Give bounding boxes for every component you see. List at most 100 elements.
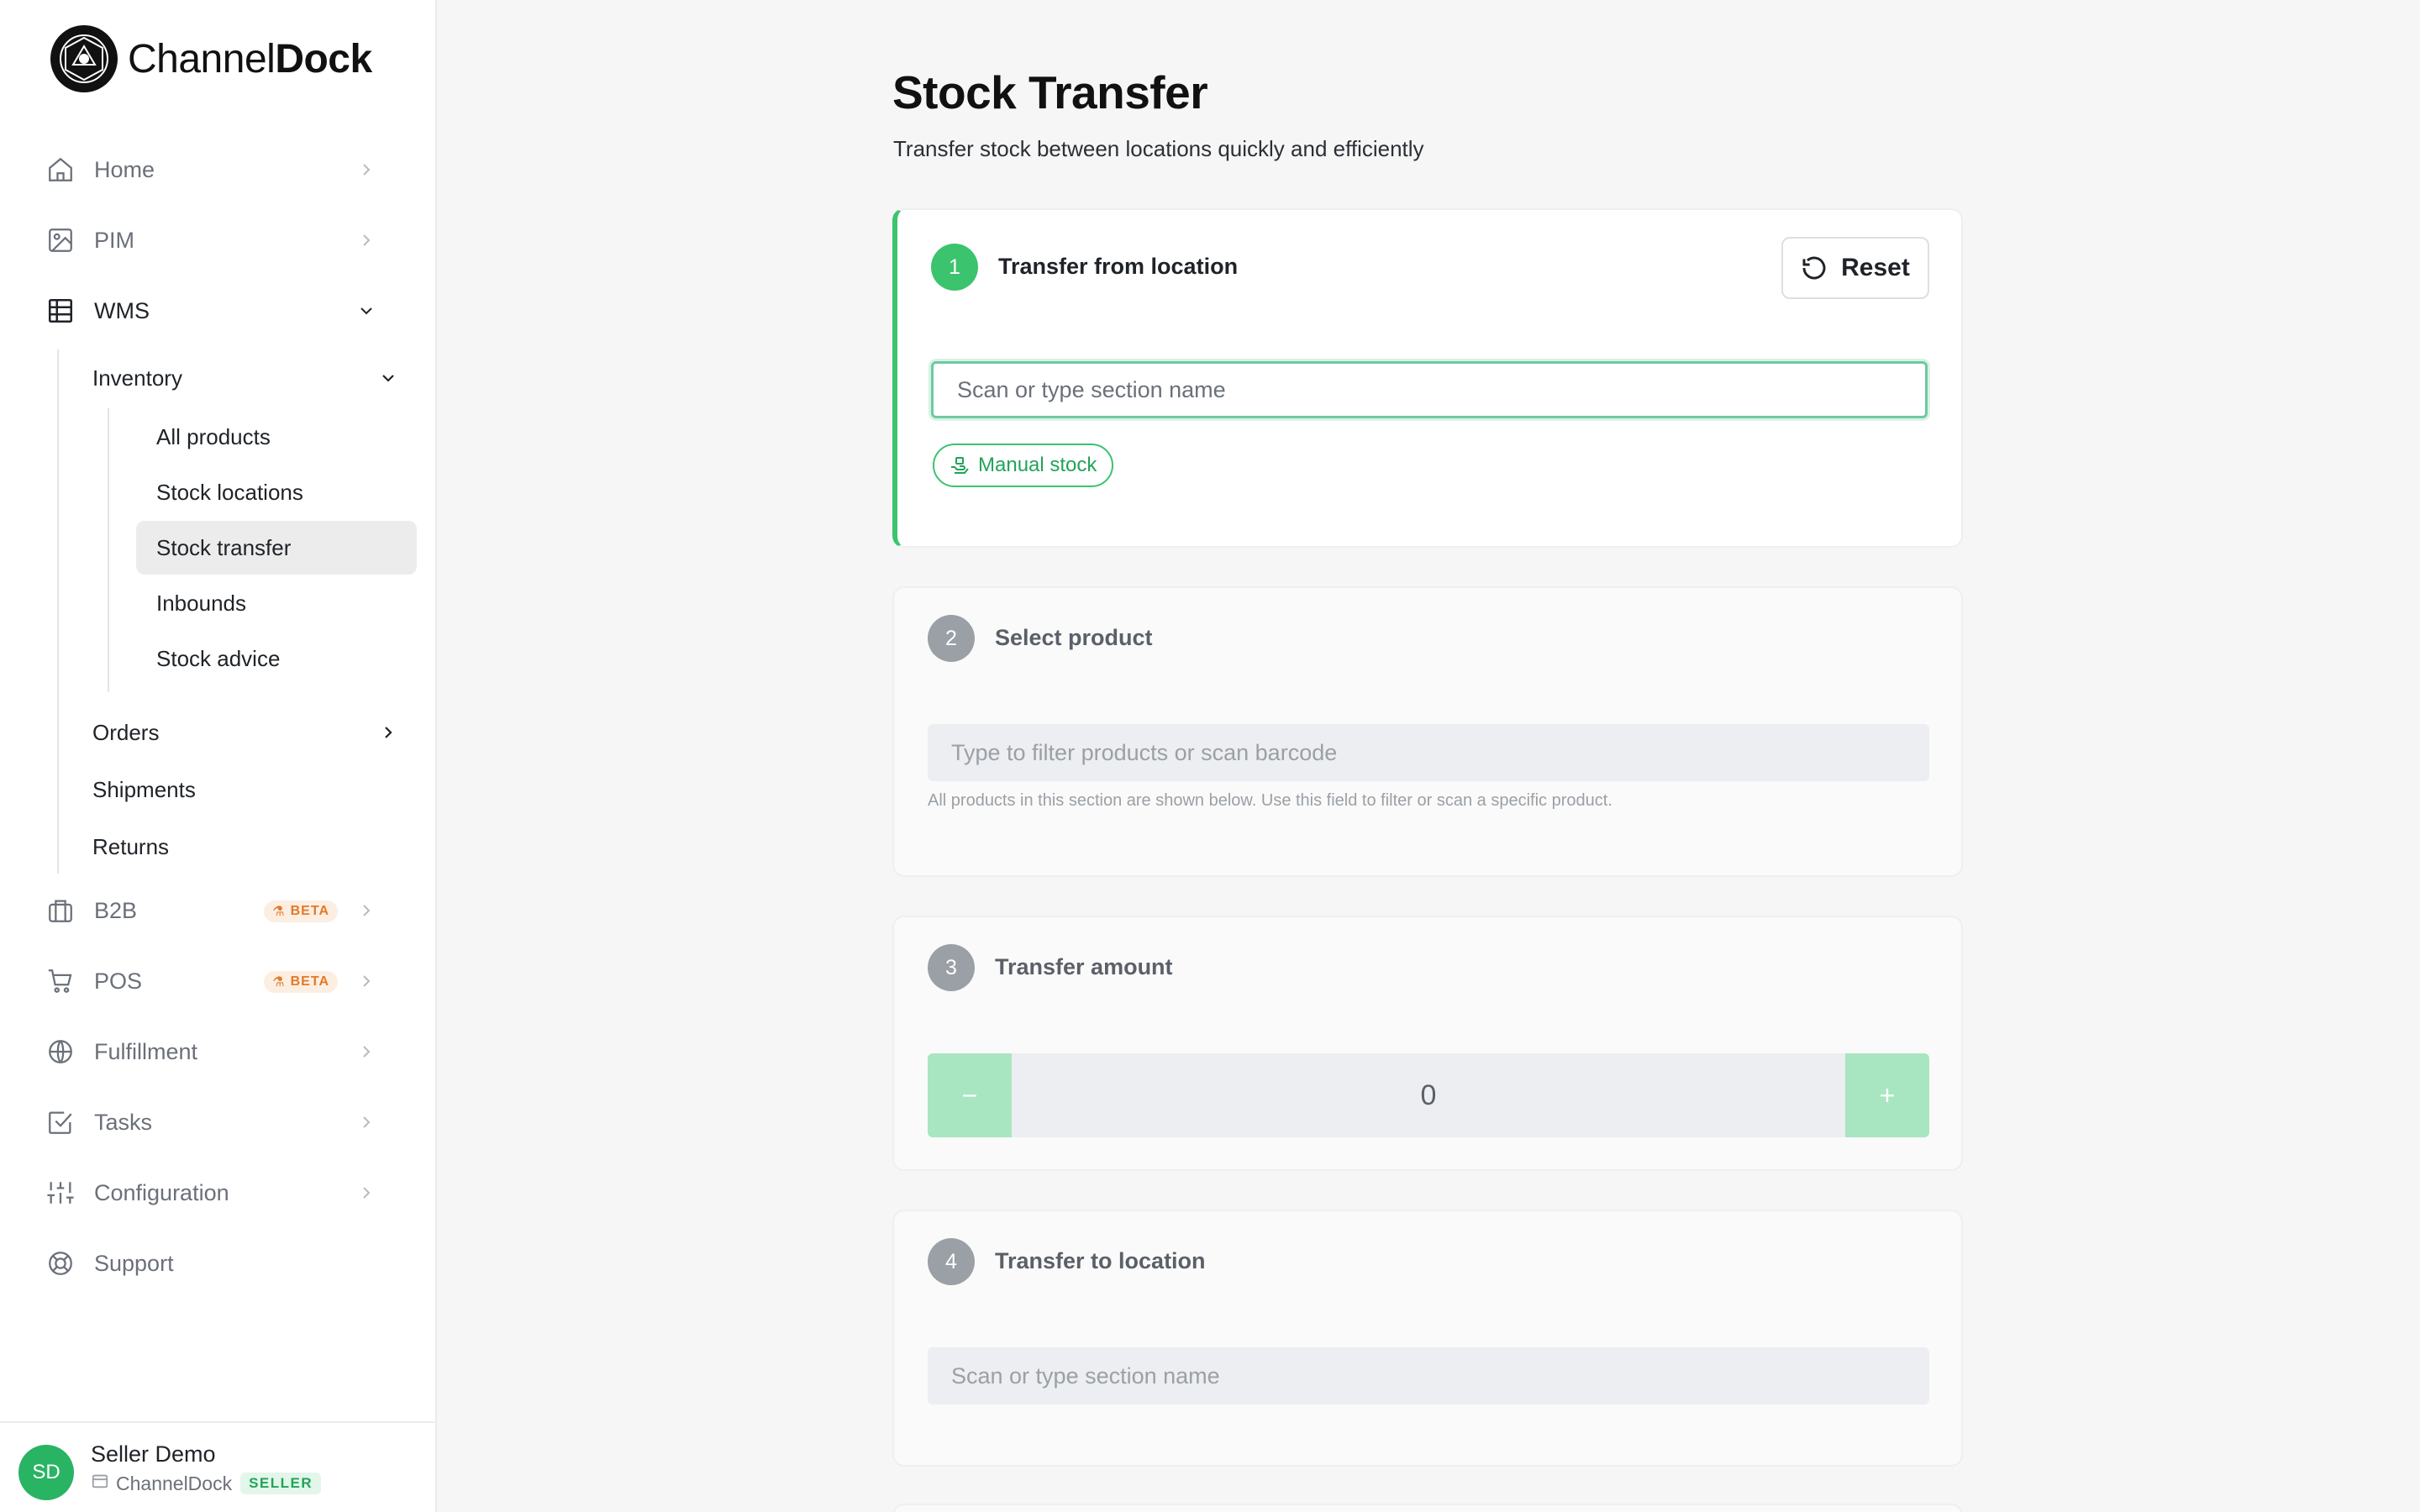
step-title: Transfer to location: [995, 1248, 1206, 1273]
product-filter-input[interactable]: [928, 724, 1929, 781]
flask-icon: ⚗: [272, 975, 286, 990]
step-transfer-to: 4 Transfer to location: [892, 1210, 1963, 1467]
channeldock-logo[interactable]: ChannelDock: [50, 24, 372, 94]
step-transfer-amount: 3 Transfer amount − 0 +: [892, 916, 1963, 1171]
sidebar-leaf-stock-advice[interactable]: Stock advice: [136, 632, 417, 685]
sidebar-item-label: B2B: [94, 897, 138, 923]
next-card-peek: [892, 1504, 1963, 1512]
from-location-input[interactable]: [931, 361, 1928, 418]
sidebar-subitem-returns[interactable]: Returns: [92, 823, 169, 870]
sidebar-item-label: Fulfillment: [94, 1038, 198, 1064]
chevron-right-icon: [385, 727, 392, 738]
leaf-label: All products: [156, 423, 271, 449]
chevron-right-icon: [363, 164, 371, 176]
chevron-right-icon: [363, 975, 371, 987]
product-helper-text: All products in this section are shown b…: [928, 791, 1612, 810]
globe-icon: [44, 1035, 77, 1068]
user-name: Seller Demo: [91, 1441, 216, 1467]
reset-icon: [1801, 255, 1828, 281]
sidebar: ChannelDock Home PIM WMS Inventory All p…: [0, 0, 437, 1512]
chevron-right-icon: [363, 1046, 371, 1058]
sidebar-subitem-shipments[interactable]: Shipments: [92, 766, 196, 813]
sidebar-subitem-label: Returns: [92, 833, 170, 859]
step-select-product: 2 Select product All products in this se…: [892, 586, 1963, 877]
store-icon: [91, 1472, 109, 1495]
sidebar-subitem-inventory[interactable]: Inventory: [92, 354, 394, 402]
sidebar-item-tasks[interactable]: Tasks: [34, 1095, 407, 1149]
chevron-right-icon: [363, 234, 371, 246]
flask-icon: ⚗: [272, 905, 286, 919]
sidebar-item-label: Home: [94, 156, 155, 182]
step-title: Transfer amount: [995, 954, 1173, 979]
leaf-label: Stock advice: [156, 645, 281, 671]
reset-label: Reset: [1841, 254, 1910, 281]
step-transfer-from: 1 Transfer from location Reset Manual st…: [892, 208, 1963, 548]
sidebar-item-wms[interactable]: WMS: [34, 284, 407, 338]
manual-stock-button[interactable]: Manual stock: [933, 444, 1114, 487]
step-title: Select product: [995, 625, 1153, 650]
sidebar-item-b2b[interactable]: B2B ⚗ BETA: [34, 884, 407, 937]
sidebar-item-label: WMS: [94, 297, 150, 323]
logo-mark-icon: [50, 25, 118, 92]
chevron-down-icon: [360, 307, 372, 315]
quantity-value[interactable]: 0: [1012, 1053, 1845, 1137]
to-location-input[interactable]: [928, 1347, 1929, 1404]
increment-button[interactable]: +: [1845, 1053, 1929, 1137]
beta-badge: ⚗ BETA: [264, 900, 338, 922]
sidebar-leaf-stock-transfer[interactable]: Stock transfer: [136, 521, 417, 575]
sliders-icon: [44, 1176, 77, 1210]
table-icon: [44, 294, 77, 328]
user-company: ChannelDock SELLER: [91, 1472, 322, 1495]
sidebar-subitem-label: Inventory: [92, 365, 182, 391]
lifebuoy-icon: [44, 1247, 77, 1280]
sidebar-item-label: Configuration: [94, 1179, 229, 1205]
sidebar-item-pos[interactable]: POS ⚗ BETA: [34, 954, 407, 1008]
briefcase-icon: [44, 894, 77, 927]
step-number: 3: [928, 944, 975, 991]
leaf-label: Stock locations: [156, 479, 303, 505]
sidebar-leaf-all-products[interactable]: All products: [136, 410, 417, 464]
reset-button[interactable]: Reset: [1781, 237, 1929, 299]
sidebar-subitem-label: Orders: [92, 719, 160, 745]
sidebar-item-home[interactable]: Home: [34, 143, 407, 197]
sidebar-item-label: PIM: [94, 227, 135, 253]
cart-icon: [44, 964, 77, 998]
sidebar-item-label: Tasks: [94, 1109, 153, 1135]
sidebar-item-support[interactable]: Support: [34, 1236, 407, 1290]
sidebar-item-pim[interactable]: PIM: [34, 213, 407, 267]
user-profile[interactable]: SD Seller Demo ChannelDock SELLER: [0, 1421, 435, 1512]
leaf-label: Inbounds: [156, 590, 246, 616]
decrement-button[interactable]: −: [928, 1053, 1012, 1137]
main-content: Stock Transfer Transfer stock between lo…: [439, 0, 2420, 1512]
sidebar-item-label: POS: [94, 968, 143, 994]
home-icon: [44, 153, 77, 186]
avatar: SD: [18, 1445, 74, 1500]
beta-badge: ⚗ BETA: [264, 971, 338, 993]
sidebar-item-fulfillment[interactable]: Fulfillment: [34, 1025, 407, 1079]
chevron-right-icon: [363, 1116, 371, 1128]
company-name: ChannelDock: [116, 1472, 233, 1494]
quantity-stepper: − 0 +: [928, 1053, 1929, 1137]
page-title: Stock Transfer: [892, 66, 1208, 118]
sidebar-subitem-orders[interactable]: Orders: [92, 709, 392, 756]
leaf-label: Stock transfer: [156, 534, 292, 560]
manual-stock-label: Manual stock: [978, 454, 1097, 476]
step-number: 1: [931, 244, 978, 291]
step-number: 4: [928, 1238, 975, 1285]
step-title: Transfer from location: [998, 254, 1239, 279]
chevron-right-icon: [363, 1187, 371, 1199]
image-icon: [44, 223, 77, 257]
chevron-right-icon: [363, 905, 371, 916]
sidebar-item-configuration[interactable]: Configuration: [34, 1166, 407, 1220]
chevron-down-icon: [382, 375, 394, 382]
sidebar-leaf-inbounds[interactable]: Inbounds: [136, 576, 417, 630]
step-number: 2: [928, 615, 975, 662]
brand-name: ChannelDock: [128, 36, 372, 81]
role-badge: SELLER: [240, 1473, 322, 1494]
wms-tree-line: [57, 349, 59, 874]
checkbox-icon: [44, 1105, 77, 1139]
sidebar-item-label: Support: [94, 1250, 174, 1276]
sidebar-leaf-stock-locations[interactable]: Stock locations: [136, 465, 417, 519]
sidebar-subitem-label: Shipments: [92, 776, 196, 802]
page-subtitle: Transfer stock between locations quickly…: [893, 136, 1424, 161]
